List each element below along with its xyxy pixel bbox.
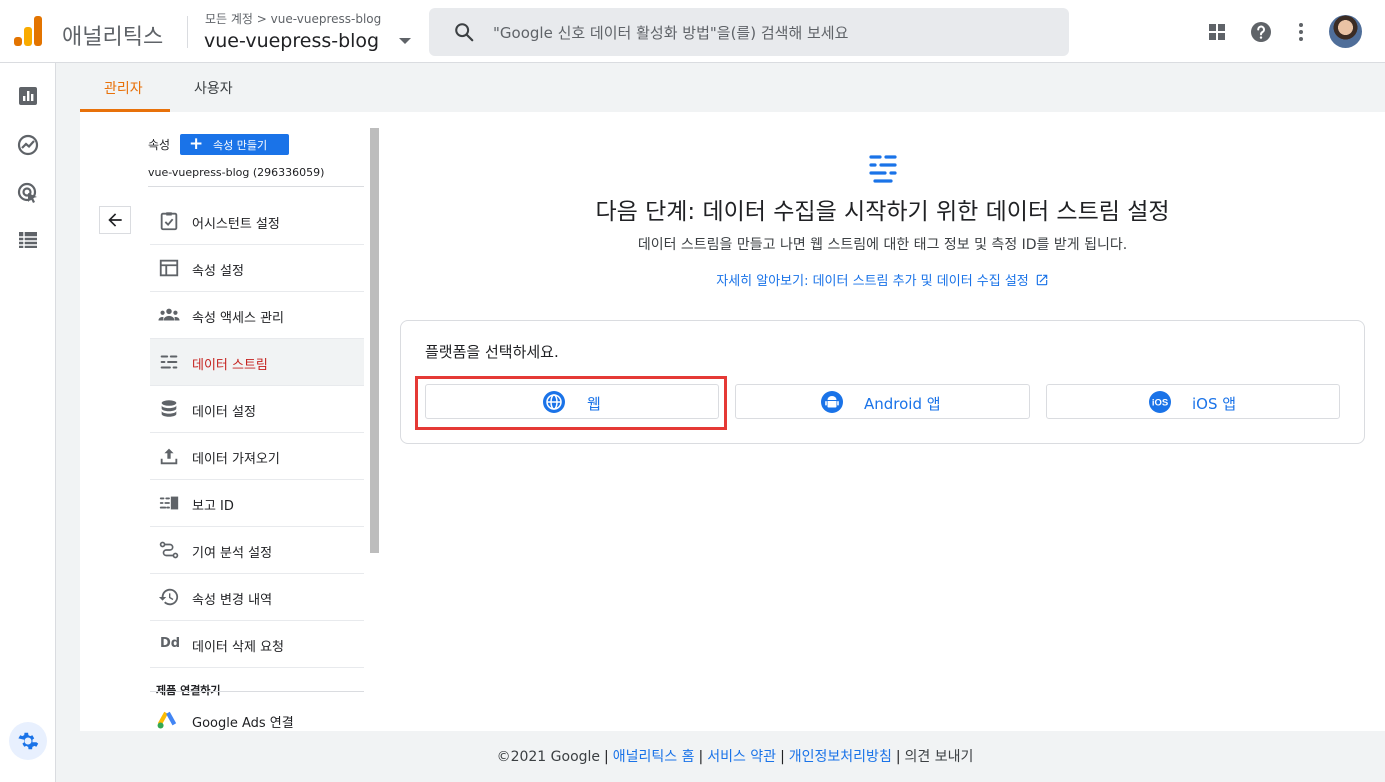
app-name: 애널리틱스 xyxy=(62,25,164,50)
history-icon xyxy=(158,588,179,606)
menu-item-label: Google Ads 연결 xyxy=(192,716,294,731)
product-links-heading: 제품 연결하기 xyxy=(156,684,221,697)
menu-item-label: 데이터 스트림 xyxy=(192,358,268,373)
tab-user[interactable]: 사용자 xyxy=(194,78,233,98)
configure-icon[interactable] xyxy=(16,228,40,252)
create-property-button[interactable]: + 속성 만들기 xyxy=(180,134,289,155)
left-nav xyxy=(0,63,56,782)
avatar[interactable] xyxy=(1329,15,1362,48)
more-vert-icon[interactable] xyxy=(1289,20,1313,44)
footer-link-privacy[interactable]: 개인정보처리방침 xyxy=(789,749,892,765)
platform-android-button[interactable]: Android 앱 xyxy=(735,384,1030,419)
apps-icon[interactable] xyxy=(1205,20,1229,44)
footer-copyright: ©2021 Google xyxy=(496,749,601,765)
data-streams-icon xyxy=(160,355,178,369)
menu-item-access-management[interactable]: 속성 액세스 관리 xyxy=(150,292,364,339)
help-icon[interactable] xyxy=(1249,20,1273,44)
ios-icon: iOS xyxy=(1149,391,1171,413)
data-streams-icon xyxy=(869,155,897,183)
people-icon xyxy=(158,308,180,321)
platform-ios-label: iOS 앱 xyxy=(1192,395,1237,413)
assistant-icon xyxy=(160,212,178,231)
reports-icon[interactable] xyxy=(16,84,40,108)
property-selector[interactable]: vue-vuepress-blog (296336059) xyxy=(148,166,324,179)
database-icon xyxy=(161,400,177,417)
footer: ©2021 Google | 애널리틱스 홈 | 서비스 약관 | 개인정보처리방침 | 의견 … xyxy=(496,749,974,765)
header-divider xyxy=(187,16,188,48)
open-in-new-icon xyxy=(1036,274,1048,286)
svg-text:iOS: iOS xyxy=(1152,398,1168,409)
explore-icon[interactable] xyxy=(16,133,40,157)
menu-item-label: 속성 설정 xyxy=(192,264,244,279)
data-deletion-icon: Dd xyxy=(160,636,181,651)
menu-item-attribution[interactable]: 기여 분석 설정 xyxy=(150,527,364,574)
property-divider xyxy=(148,186,364,187)
learn-more-link[interactable]: 자세히 알아보기: 데이터 스트림 추가 및 데이터 수집 설정 xyxy=(400,270,1365,289)
menu-item-label: 데이터 설정 xyxy=(192,405,256,420)
page-title: 다음 단계: 데이터 수집을 시작하기 위한 데이터 스트림 설정 xyxy=(595,199,1170,225)
footer-feedback[interactable]: 의견 보내기 xyxy=(905,749,974,765)
menu-item-change-history[interactable]: 속성 변경 내역 xyxy=(150,574,364,621)
property-settings-icon xyxy=(159,259,179,277)
arrow-back-icon xyxy=(108,213,122,227)
menu-item-reporting-id[interactable]: 보고 ID xyxy=(150,480,364,527)
menu-item-data-settings[interactable]: 데이터 설정 xyxy=(150,386,364,433)
page-subtitle: 데이터 스트림을 만들고 나면 웹 스트림에 대한 태그 정보 및 측정 ID를… xyxy=(637,237,1128,253)
back-button[interactable] xyxy=(99,206,131,234)
account-selector[interactable]: vue-vuepress-blog xyxy=(204,30,379,52)
footer-link-terms[interactable]: 서비스 약관 xyxy=(707,749,776,765)
menu-item-data-deletion[interactable]: Dd 데이터 삭제 요청 xyxy=(150,621,364,668)
menu-item-label: 기여 분석 설정 xyxy=(192,546,273,561)
footer-link-analytics-home[interactable]: 애널리틱스 홈 xyxy=(613,749,695,765)
menu-item-label: 속성 변경 내역 xyxy=(192,593,273,608)
create-property-label: 속성 만들기 xyxy=(213,139,268,152)
learn-more-label: 자세히 알아보기: 데이터 스트림 추가 및 데이터 수집 설정 xyxy=(716,274,1029,289)
search-input[interactable]: "Google 신호 데이터 활성화 방법"을(를) 검색해 보세요 xyxy=(493,22,848,43)
google-ads-icon xyxy=(157,711,177,729)
analytics-logo[interactable] xyxy=(14,16,42,46)
search-icon xyxy=(455,23,474,42)
highlight-box xyxy=(415,376,727,430)
menu-item-label: 데이터 가져오기 xyxy=(192,452,280,467)
platform-android-label: Android 앱 xyxy=(864,395,941,413)
search-bar[interactable]: "Google 신호 데이터 활성화 방법"을(를) 검색해 보세요 xyxy=(429,8,1069,56)
platform-ios-button[interactable]: iOS iOS 앱 xyxy=(1046,384,1340,419)
account-breadcrumb[interactable]: 모든 계정 > vue-vuepress-blog xyxy=(205,10,381,27)
chevron-down-icon[interactable] xyxy=(399,38,411,44)
scrollbar[interactable] xyxy=(370,128,379,553)
menu-item-data-streams[interactable]: 데이터 스트림 xyxy=(150,339,364,386)
menu-item-data-import[interactable]: 데이터 가져오기 xyxy=(150,433,364,480)
plus-icon: + xyxy=(189,134,204,154)
menu-item-label: 속성 액세스 관리 xyxy=(192,311,284,326)
menu-item-label: 보고 ID xyxy=(192,499,234,514)
admin-settings-button[interactable] xyxy=(9,722,47,760)
upload-icon xyxy=(160,448,178,465)
menu-item-assistant[interactable]: 어시스턴트 설정 xyxy=(150,198,364,245)
menu-item-google-ads[interactable]: Google Ads 연결 xyxy=(150,697,364,731)
platform-prompt: 플랫폼을 선택하세요. xyxy=(425,343,559,361)
property-label: 속성 xyxy=(148,138,171,152)
advertising-icon[interactable] xyxy=(16,181,40,205)
menu-item-label: 데이터 삭제 요청 xyxy=(192,640,284,655)
top-app-bar: 애널리틱스 모든 계정 > vue-vuepress-blog vue-vuep… xyxy=(0,0,1385,63)
attribution-icon xyxy=(159,541,179,559)
section-divider xyxy=(150,691,364,692)
settings-icon xyxy=(18,732,39,750)
tab-admin[interactable]: 관리자 xyxy=(104,78,143,98)
android-icon xyxy=(821,391,843,413)
reporting-id-icon xyxy=(159,496,179,510)
menu-item-label: 어시스턴트 설정 xyxy=(192,217,280,232)
menu-item-property-settings[interactable]: 속성 설정 xyxy=(150,245,364,292)
